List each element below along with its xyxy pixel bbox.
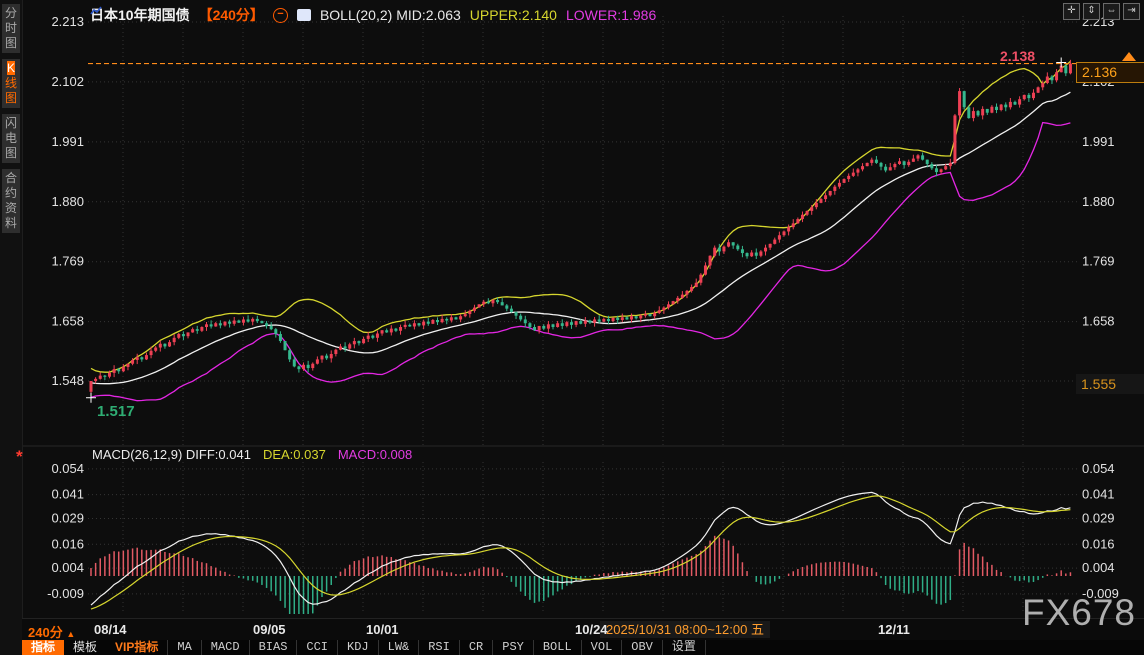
current-price-box: 2.136 [1076,62,1144,83]
chart-header: 日本10年期国债 【240分】 − BOLL(20,2) MID:2.063 U… [90,6,656,24]
instrument-name: 日本10年期国债 [90,7,190,23]
crosshair-date-box: 2025/10/31 08:00~12:00 五 [600,621,770,638]
svg-text:0.054: 0.054 [1082,461,1115,476]
svg-text:1.658: 1.658 [1082,314,1115,329]
mini-chart-icon[interactable] [90,6,311,21]
svg-text:0.041: 0.041 [51,487,84,502]
sidebar-tab-0[interactable]: 分时图 [2,4,20,53]
svg-text:1.991: 1.991 [1082,134,1115,149]
macd-header: MACD(26,12,9) DIFF:0.041 DEA:0.037 MACD:… [92,447,412,462]
fit-vertical-icon[interactable]: ⇕ [1083,3,1100,20]
svg-text:2.102: 2.102 [51,74,84,89]
caret-up-icon: ▲ [66,629,76,639]
svg-text:1.991: 1.991 [51,134,84,149]
x-tick-label: 10/01 [366,622,399,637]
high-price-label: 2.138 [1000,48,1036,64]
indicator-button-macd[interactable]: MACD [200,640,249,655]
svg-text:1.769: 1.769 [1082,254,1115,269]
indicator-button-bias[interactable]: BIAS [248,640,297,655]
collapse-indicator-icon[interactable]: − [272,7,288,23]
indicator-button-kdj[interactable]: KDJ [337,640,378,655]
sidebar: 分时图 K线图闪电图合约资料 [0,0,23,655]
indicator-button-ma[interactable]: MA [167,640,200,655]
indicator-button-cr[interactable]: CR [458,640,492,655]
x-tick-label: 12/11 [878,622,910,637]
fit-horizontal-icon[interactable]: ⇔ [1103,3,1120,20]
time-axis: 240分 ▲ 2025/10/31 08:00~12:00 五 08/14 09/… [22,618,1144,641]
macd-hist-value: MACD:0.008 [337,447,413,462]
chart-controls: ✛ ⇕ ⇔ ⇥ [1063,3,1140,20]
svg-text:1.880: 1.880 [51,194,84,209]
svg-text:0.016: 0.016 [1082,536,1115,551]
svg-text:1.880: 1.880 [1082,194,1115,209]
indicator-button-obv[interactable]: OBV [621,640,662,655]
sidebar-tab-1[interactable]: K线图 [2,59,20,108]
pan-icon[interactable]: ✛ [1063,3,1080,20]
price-up-arrow-icon [1122,52,1136,61]
svg-text:-0.009: -0.009 [47,586,84,601]
indicator-toolbar: 指标 模板 VIP指标 MA MACD BIAS CCI KDJ LW& RSI CR PSY BOLL… [22,640,1144,655]
svg-text:0.041: 0.041 [1082,487,1115,502]
macd-diff-value: MACD(26,12,9) DIFF:0.041 [92,447,251,462]
macd-dea-value: DEA:0.037 [262,447,326,462]
boll-upper-value: UPPER:2.140 [469,7,557,23]
svg-text:0.004: 0.004 [51,560,84,575]
sidebar-tab-2[interactable]: 闪电图 [2,114,20,163]
period-selector-button[interactable]: 240分 ▲ [28,622,75,641]
indicator-button-cci[interactable]: CCI [296,640,337,655]
svg-text:1.658: 1.658 [51,314,84,329]
indicator-button-psy[interactable]: PSY [492,640,533,655]
sidebar-tab-3[interactable]: 合约资料 [2,169,20,233]
candlestick-macd-canvas[interactable]: 2.2132.2132.1022.1021.9911.9911.8801.880… [0,0,1144,655]
indicator-button-vol[interactable]: VOL [580,640,622,655]
toolbar-tab-1[interactable]: 模板 [64,640,106,655]
level-price-box: 1.555 [1076,374,1144,394]
toolbar-tab-2[interactable]: VIP指标 [106,640,167,655]
x-tick-label: 10/24 [575,622,608,637]
reset-scale-icon[interactable]: ⇥ [1123,3,1140,20]
svg-text:0.016: 0.016 [51,536,84,551]
svg-text:1.769: 1.769 [51,254,84,269]
svg-text:1.548: 1.548 [51,373,84,388]
svg-text:0.054: 0.054 [51,461,84,476]
indicator-button-lw&[interactable]: LW& [377,640,419,655]
indicator-button-设置[interactable]: 设置 [661,640,706,655]
period-label[interactable]: 【240分】 [199,5,264,25]
x-tick-label: 09/05 [253,622,286,637]
indicator-settings-icon[interactable]: * [16,447,23,467]
svg-text:2.213: 2.213 [51,14,84,29]
indicator-button-rsi[interactable]: RSI [418,640,459,655]
svg-text:0.029: 0.029 [51,510,84,525]
boll-lower-value: LOWER:1.986 [565,7,657,23]
indicator-button-boll[interactable]: BOLL [532,640,581,655]
svg-text:0.029: 0.029 [1082,510,1115,525]
toolbar-tab-0[interactable]: 指标 [22,640,65,655]
fx678-watermark: FX678 [1021,592,1136,633]
x-tick-label: 08/14 [94,622,127,637]
low-price-label: 1.517 [97,403,135,420]
chart-window: 2.2132.2132.1022.1021.9911.9911.8801.880… [0,0,1144,655]
boll-mid-value: BOLL(20,2) MID:2.063 [319,7,461,23]
svg-text:0.004: 0.004 [1082,560,1115,575]
